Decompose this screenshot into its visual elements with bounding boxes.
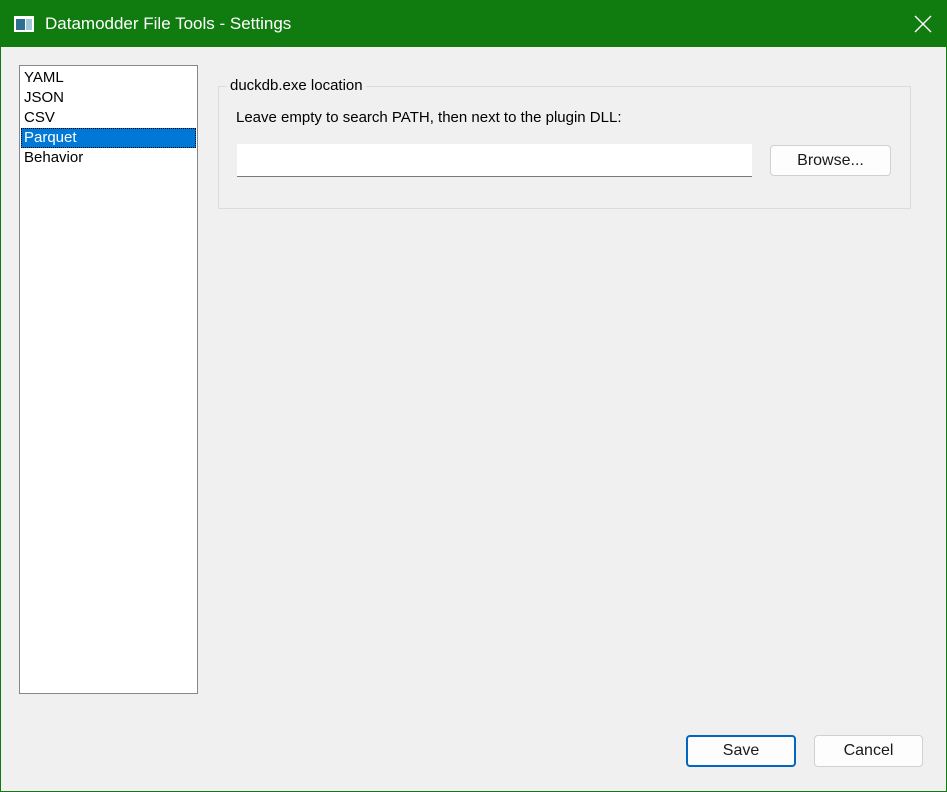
group-title: duckdb.exe location (227, 77, 366, 95)
settings-category-list[interactable]: YAML JSON CSV Parquet Behavior (19, 65, 198, 694)
category-item-yaml[interactable]: YAML (21, 68, 196, 88)
category-item-json[interactable]: JSON (21, 88, 196, 108)
category-item-csv[interactable]: CSV (21, 108, 196, 128)
close-button[interactable] (900, 1, 946, 47)
save-button[interactable]: Save (686, 735, 796, 767)
window-title: Datamodder File Tools - Settings (45, 14, 292, 33)
title-bar[interactable]: Datamodder File Tools - Settings (1, 1, 946, 47)
duckdb-path-input[interactable] (237, 144, 752, 177)
duckdb-location-group: duckdb.exe location Leave empty to searc… (218, 77, 911, 209)
category-item-parquet[interactable]: Parquet (21, 128, 196, 148)
app-window-icon (14, 16, 34, 32)
category-item-behavior[interactable]: Behavior (21, 148, 196, 168)
close-icon (914, 15, 932, 33)
group-description: Leave empty to search PATH, then next to… (236, 109, 622, 126)
settings-window: Datamodder File Tools - Settings YAML JS… (0, 0, 947, 792)
browse-button[interactable]: Browse... (770, 145, 891, 176)
cancel-button[interactable]: Cancel (814, 735, 923, 767)
